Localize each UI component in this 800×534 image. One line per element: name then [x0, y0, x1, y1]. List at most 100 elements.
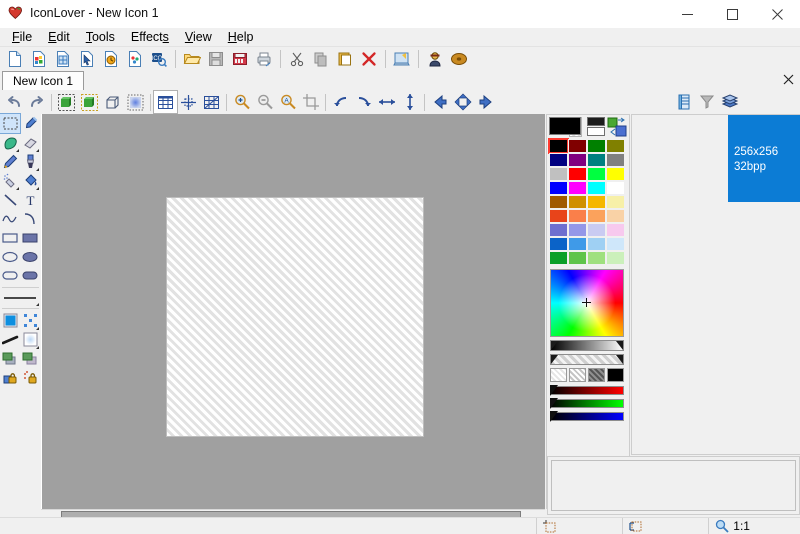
- pattern-light-swatch[interactable]: [550, 368, 567, 382]
- close-button[interactable]: [755, 0, 800, 28]
- show-grid-button[interactable]: [154, 91, 177, 113]
- primary-color-indicator[interactable]: [587, 117, 605, 126]
- color-swatch[interactable]: [549, 139, 568, 153]
- paste-button[interactable]: [333, 48, 357, 70]
- color-swatch[interactable]: [606, 195, 625, 209]
- swap-colors-button[interactable]: [607, 117, 627, 137]
- color-swatch[interactable]: [549, 251, 568, 265]
- line-width-selector[interactable]: [0, 290, 40, 306]
- color-swatch[interactable]: [606, 223, 625, 237]
- pattern-slider[interactable]: [550, 354, 624, 365]
- shift-right-button[interactable]: [474, 91, 497, 113]
- color-swatch[interactable]: [606, 237, 625, 251]
- image-editor-button[interactable]: [423, 48, 447, 70]
- blur-select-button[interactable]: [124, 91, 147, 113]
- foreground-background-swatch[interactable]: [549, 117, 567, 137]
- dither-dots-tool[interactable]: [20, 311, 40, 330]
- spray-can-tool[interactable]: [0, 171, 20, 190]
- delete-button[interactable]: [357, 48, 381, 70]
- opacity-tool[interactable]: [20, 349, 40, 368]
- save-all-button[interactable]: [228, 48, 252, 70]
- pattern-slider-thumb[interactable]: [551, 355, 558, 364]
- color-swatch[interactable]: [606, 251, 625, 265]
- ellipse-filled-tool[interactable]: [20, 247, 40, 266]
- color-swatch[interactable]: [587, 223, 606, 237]
- color-swatch[interactable]: [568, 181, 587, 195]
- cube-button[interactable]: [101, 91, 124, 113]
- new-layer-button[interactable]: [672, 91, 695, 113]
- icon-image-list[interactable]: 256x256 32bpp: [631, 114, 800, 455]
- center-image-button[interactable]: [451, 91, 474, 113]
- color-swatch[interactable]: [568, 223, 587, 237]
- rotate-left-button[interactable]: [329, 91, 352, 113]
- help-book-button[interactable]: [447, 48, 471, 70]
- new-image-button[interactable]: [27, 48, 51, 70]
- color-swatch[interactable]: [587, 181, 606, 195]
- capture-screen-button[interactable]: [390, 48, 414, 70]
- merge-layers-button[interactable]: [695, 91, 718, 113]
- new-cursor-button[interactable]: [75, 48, 99, 70]
- menu-file[interactable]: File: [4, 29, 40, 45]
- new-icon-button[interactable]: [3, 48, 27, 70]
- red-channel-thumb[interactable]: [550, 385, 558, 396]
- lock-alpha-tool[interactable]: [0, 368, 20, 387]
- color-swatch[interactable]: [549, 167, 568, 181]
- gradient-fill-tool[interactable]: [0, 311, 20, 330]
- color-swatch[interactable]: [606, 209, 625, 223]
- color-swatch[interactable]: [568, 139, 587, 153]
- color-swatch[interactable]: [587, 195, 606, 209]
- blue-channel-slider[interactable]: [550, 412, 624, 421]
- maximize-button[interactable]: [710, 0, 755, 28]
- save-button[interactable]: [204, 48, 228, 70]
- flip-vertical-button[interactable]: [398, 91, 421, 113]
- color-swatch[interactable]: [549, 181, 568, 195]
- menu-help[interactable]: Help: [220, 29, 262, 45]
- new-from-image-button[interactable]: [123, 48, 147, 70]
- pattern-solid-swatch[interactable]: [607, 368, 624, 382]
- color-picker-tool[interactable]: [20, 114, 40, 133]
- color-swatch[interactable]: [587, 167, 606, 181]
- text-tool[interactable]: T: [20, 190, 40, 209]
- print-button[interactable]: [252, 48, 276, 70]
- status-zoom[interactable]: 1:1: [708, 518, 800, 534]
- color-swatch[interactable]: [587, 153, 606, 167]
- rotate-right-button[interactable]: [352, 91, 375, 113]
- shadow-tool[interactable]: [0, 349, 20, 368]
- new-icon-library-button[interactable]: [51, 48, 75, 70]
- pencil-tool[interactable]: [0, 152, 20, 171]
- brightness-slider-thumb-right[interactable]: [616, 341, 623, 350]
- cut-button[interactable]: [285, 48, 309, 70]
- zoom-in-button[interactable]: [230, 91, 253, 113]
- color-picker-field[interactable]: [550, 269, 624, 337]
- menu-edit[interactable]: Edit: [40, 29, 78, 45]
- color-swatch[interactable]: [606, 139, 625, 153]
- color-swatch[interactable]: [568, 209, 587, 223]
- foreground-color-swatch[interactable]: [549, 117, 581, 135]
- color-swatch[interactable]: [587, 237, 606, 251]
- color-swatch[interactable]: [606, 167, 625, 181]
- zoom-actual-button[interactable]: A: [276, 91, 299, 113]
- color-swatch[interactable]: [587, 209, 606, 223]
- color-swatch[interactable]: [549, 209, 568, 223]
- color-swatch[interactable]: [587, 251, 606, 265]
- smudge-tool[interactable]: [0, 330, 20, 349]
- icon-image-item[interactable]: 256x256 32bpp: [728, 115, 800, 202]
- crop-button[interactable]: [299, 91, 322, 113]
- fill-shape-tool[interactable]: [0, 133, 20, 152]
- color-swatch[interactable]: [568, 167, 587, 181]
- color-swatch[interactable]: [549, 153, 568, 167]
- rectangle-select-tool[interactable]: [0, 114, 20, 133]
- secondary-color-indicator[interactable]: [587, 127, 605, 136]
- color-swatch[interactable]: [549, 223, 568, 237]
- freehand-curve-tool[interactable]: [0, 209, 20, 228]
- brightness-slider-thumb[interactable]: [551, 341, 558, 350]
- color-swatch[interactable]: [568, 251, 587, 265]
- tab-new-icon-1[interactable]: New Icon 1: [2, 71, 84, 90]
- pattern-medium-swatch[interactable]: [569, 368, 586, 382]
- color-swatch[interactable]: [549, 195, 568, 209]
- menu-tools[interactable]: Tools: [78, 29, 123, 45]
- color-swatch[interactable]: [587, 139, 606, 153]
- properties-panel[interactable]: [547, 456, 800, 515]
- minimize-button[interactable]: [665, 0, 710, 28]
- paint-bucket-tool[interactable]: [20, 171, 40, 190]
